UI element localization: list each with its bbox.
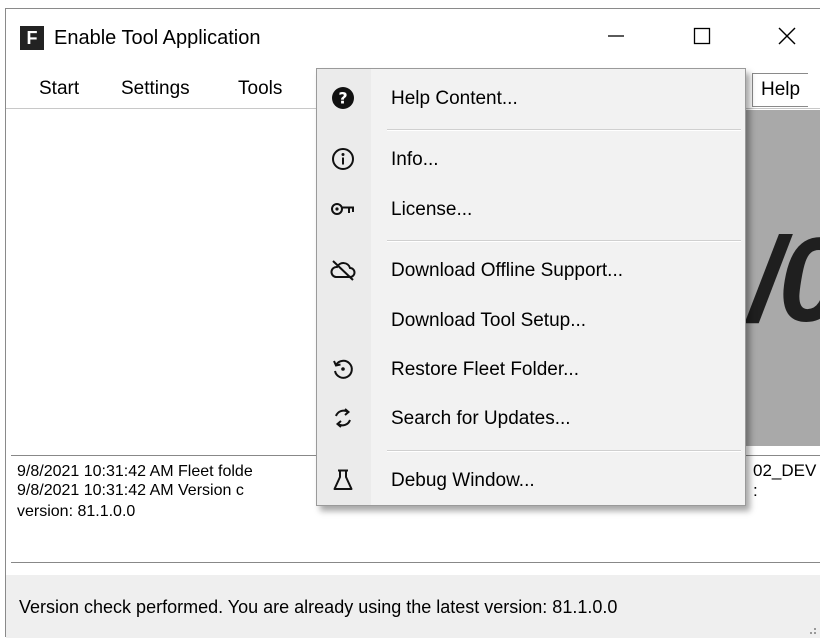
- menu-start[interactable]: Start: [39, 77, 79, 101]
- maximize-icon: [693, 27, 711, 45]
- log-line: 9/8/2021 10:31:42 AM Fleet folde: [17, 463, 253, 480]
- menu-item-license[interactable]: License...: [317, 186, 745, 232]
- sync-icon: [329, 404, 357, 432]
- menu-item-restore-fleet-folder[interactable]: Restore Fleet Folder...: [317, 346, 745, 392]
- question-circle-icon: ?: [329, 84, 357, 112]
- menu-item-label: Help Content...: [391, 88, 518, 109]
- minimize-button[interactable]: [590, 9, 642, 63]
- help-dropdown-menu: ? Help Content... Info... License... Dow…: [316, 68, 746, 506]
- menu-item-label: Info...: [391, 149, 439, 170]
- svg-text:?: ?: [338, 89, 347, 108]
- menu-item-info[interactable]: Info...: [317, 136, 745, 182]
- resize-grip-icon[interactable]: [804, 622, 816, 634]
- menu-item-label: Download Tool Setup...: [391, 310, 587, 331]
- status-bar: Version check performed. You are already…: [6, 575, 820, 638]
- minimize-icon: [608, 35, 624, 37]
- menu-item-label: Debug Window...: [391, 470, 535, 491]
- menu-item-label: License...: [391, 199, 473, 220]
- menu-item-label: Restore Fleet Folder...: [391, 359, 579, 380]
- log-line: 9/8/2021 10:31:42 AM Version c: [17, 482, 244, 499]
- menu-separator: [387, 240, 741, 242]
- menu-separator: [387, 450, 741, 452]
- menu-tools[interactable]: Tools: [238, 77, 282, 101]
- menu-settings[interactable]: Settings: [121, 77, 190, 101]
- log-line: version: 81.1.0.0: [17, 503, 136, 520]
- logo-graphic: /0: [749, 213, 820, 347]
- flask-icon: [329, 466, 357, 494]
- menu-item-download-tool-setup[interactable]: Download Tool Setup...: [317, 297, 745, 343]
- logo-banner: /0: [741, 110, 820, 446]
- menu-item-search-for-updates[interactable]: Search for Updates...: [317, 395, 745, 441]
- info-circle-icon: [329, 145, 357, 173]
- key-icon: [329, 195, 357, 223]
- window-title: Enable Tool Application: [54, 27, 261, 49]
- title-bar[interactable]: F Enable Tool Application: [6, 9, 820, 63]
- menu-item-label: Download Offline Support...: [391, 260, 624, 281]
- menu-separator: [387, 129, 741, 131]
- close-icon: [778, 27, 796, 45]
- close-button[interactable]: [761, 9, 813, 63]
- log-line-fragment: 02_DEV: [753, 461, 817, 480]
- app-icon: F: [20, 26, 44, 50]
- restore-icon: [329, 355, 357, 383]
- menu-help[interactable]: Help: [752, 73, 809, 107]
- menu-item-label: Search for Updates...: [391, 408, 571, 429]
- status-text: Version check performed. You are already…: [19, 597, 618, 617]
- menu-item-debug-window[interactable]: Debug Window...: [317, 457, 745, 503]
- maximize-button[interactable]: [676, 9, 728, 63]
- menu-item-help-content[interactable]: ? Help Content...: [317, 75, 745, 121]
- log-line-fragment: :: [753, 481, 758, 500]
- menu-item-download-offline-support[interactable]: Download Offline Support...: [317, 247, 745, 293]
- cloud-offline-icon: [329, 256, 357, 284]
